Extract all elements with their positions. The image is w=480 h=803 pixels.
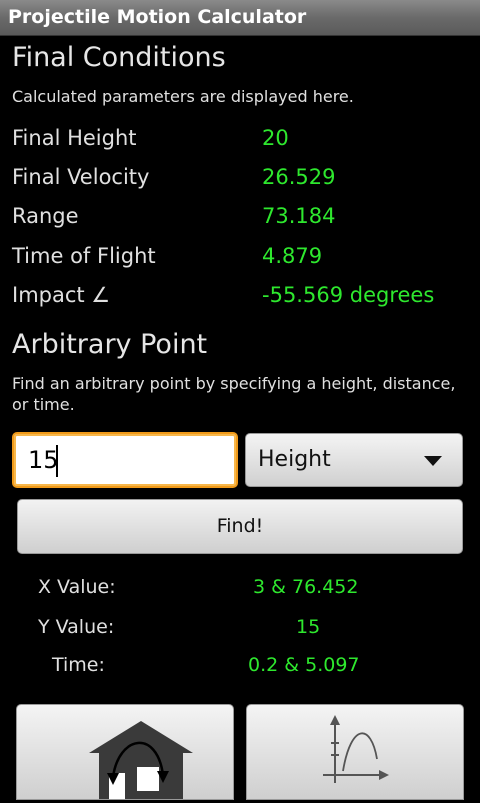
time-result: 0.2 & 5.097 (248, 654, 360, 676)
time-of-flight-value: 4.879 (262, 244, 323, 268)
y-value-result: 15 (296, 616, 321, 638)
range-label: Range (12, 204, 79, 228)
app-title: Projectile Motion Calculator (8, 6, 307, 28)
home-trajectory-icon (89, 721, 193, 801)
point-type-dropdown[interactable]: Height (245, 433, 463, 487)
y-value-label: Y Value: (38, 616, 115, 638)
graph-button[interactable] (246, 704, 464, 800)
dropdown-arrow-icon (424, 456, 442, 466)
graph-icon (323, 715, 389, 783)
point-value-input[interactable]: 15 (12, 432, 238, 488)
arbitrary-point-subtitle: Find an arbitrary point by specifying a … (12, 374, 456, 414)
text-caret (56, 445, 58, 477)
time-label: Time: (52, 654, 105, 676)
point-type-selected: Height (258, 447, 331, 472)
final-velocity-value: 26.529 (262, 165, 336, 189)
main-content: Final Conditions Calculated parameters a… (0, 36, 480, 801)
final-velocity-label: Final Velocity (12, 165, 150, 189)
title-bar: Projectile Motion Calculator (0, 0, 480, 36)
range-value: 73.184 (262, 204, 336, 228)
home-button[interactable] (16, 704, 234, 801)
arbitrary-point-title: Arbitrary Point (12, 329, 208, 360)
find-button-label: Find! (216, 515, 264, 537)
point-value-text: 15 (28, 446, 59, 474)
find-button[interactable]: Find! (17, 499, 463, 554)
impact-angle-value: -55.569 degrees (262, 283, 435, 307)
x-value-label: X Value: (38, 576, 116, 598)
final-height-label: Final Height (12, 126, 137, 150)
impact-angle-label: Impact ∠ (12, 283, 111, 307)
x-value-result: 3 & 76.452 (253, 576, 359, 598)
final-conditions-subtitle: Calculated parameters are displayed here… (12, 87, 354, 106)
final-height-value: 20 (262, 126, 289, 150)
final-conditions-title: Final Conditions (12, 42, 226, 73)
time-of-flight-label: Time of Flight (12, 244, 156, 268)
